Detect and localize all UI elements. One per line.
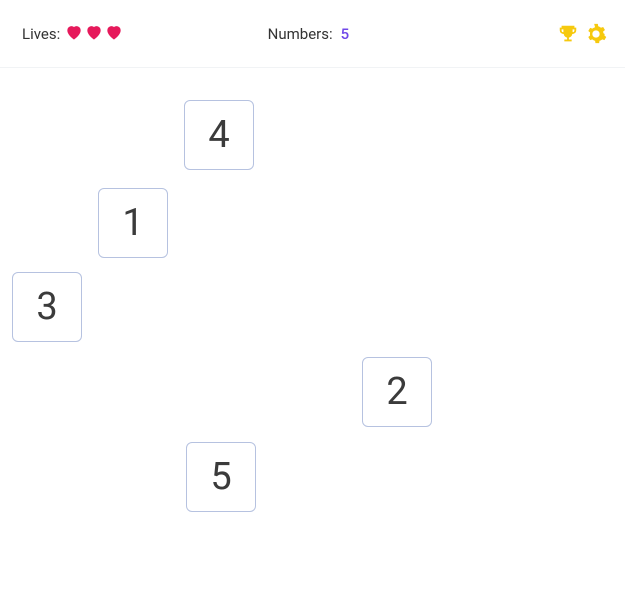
lives-label: Lives:: [22, 25, 60, 43]
number-tile[interactable]: 5: [186, 442, 256, 512]
lives-hearts: [64, 22, 124, 46]
number-tile[interactable]: 3: [12, 272, 82, 342]
heart-icon: [104, 22, 124, 42]
gear-icon[interactable]: [585, 23, 607, 45]
heart-icon: [64, 22, 84, 42]
numbers-block: Numbers: 5: [268, 25, 350, 43]
heart-icon: [84, 22, 104, 42]
header-bar: Lives: Numbers: 5: [0, 0, 625, 68]
header-right-icons: [557, 23, 607, 45]
trophy-icon[interactable]: [557, 23, 579, 45]
numbers-value: 5: [341, 25, 350, 43]
number-tile[interactable]: 2: [362, 357, 432, 427]
number-tile[interactable]: 4: [184, 100, 254, 170]
numbers-label: Numbers:: [268, 25, 333, 43]
number-tile[interactable]: 1: [98, 188, 168, 258]
play-area: 413 2 5: [0, 80, 625, 610]
lives-block: Lives:: [22, 22, 124, 46]
